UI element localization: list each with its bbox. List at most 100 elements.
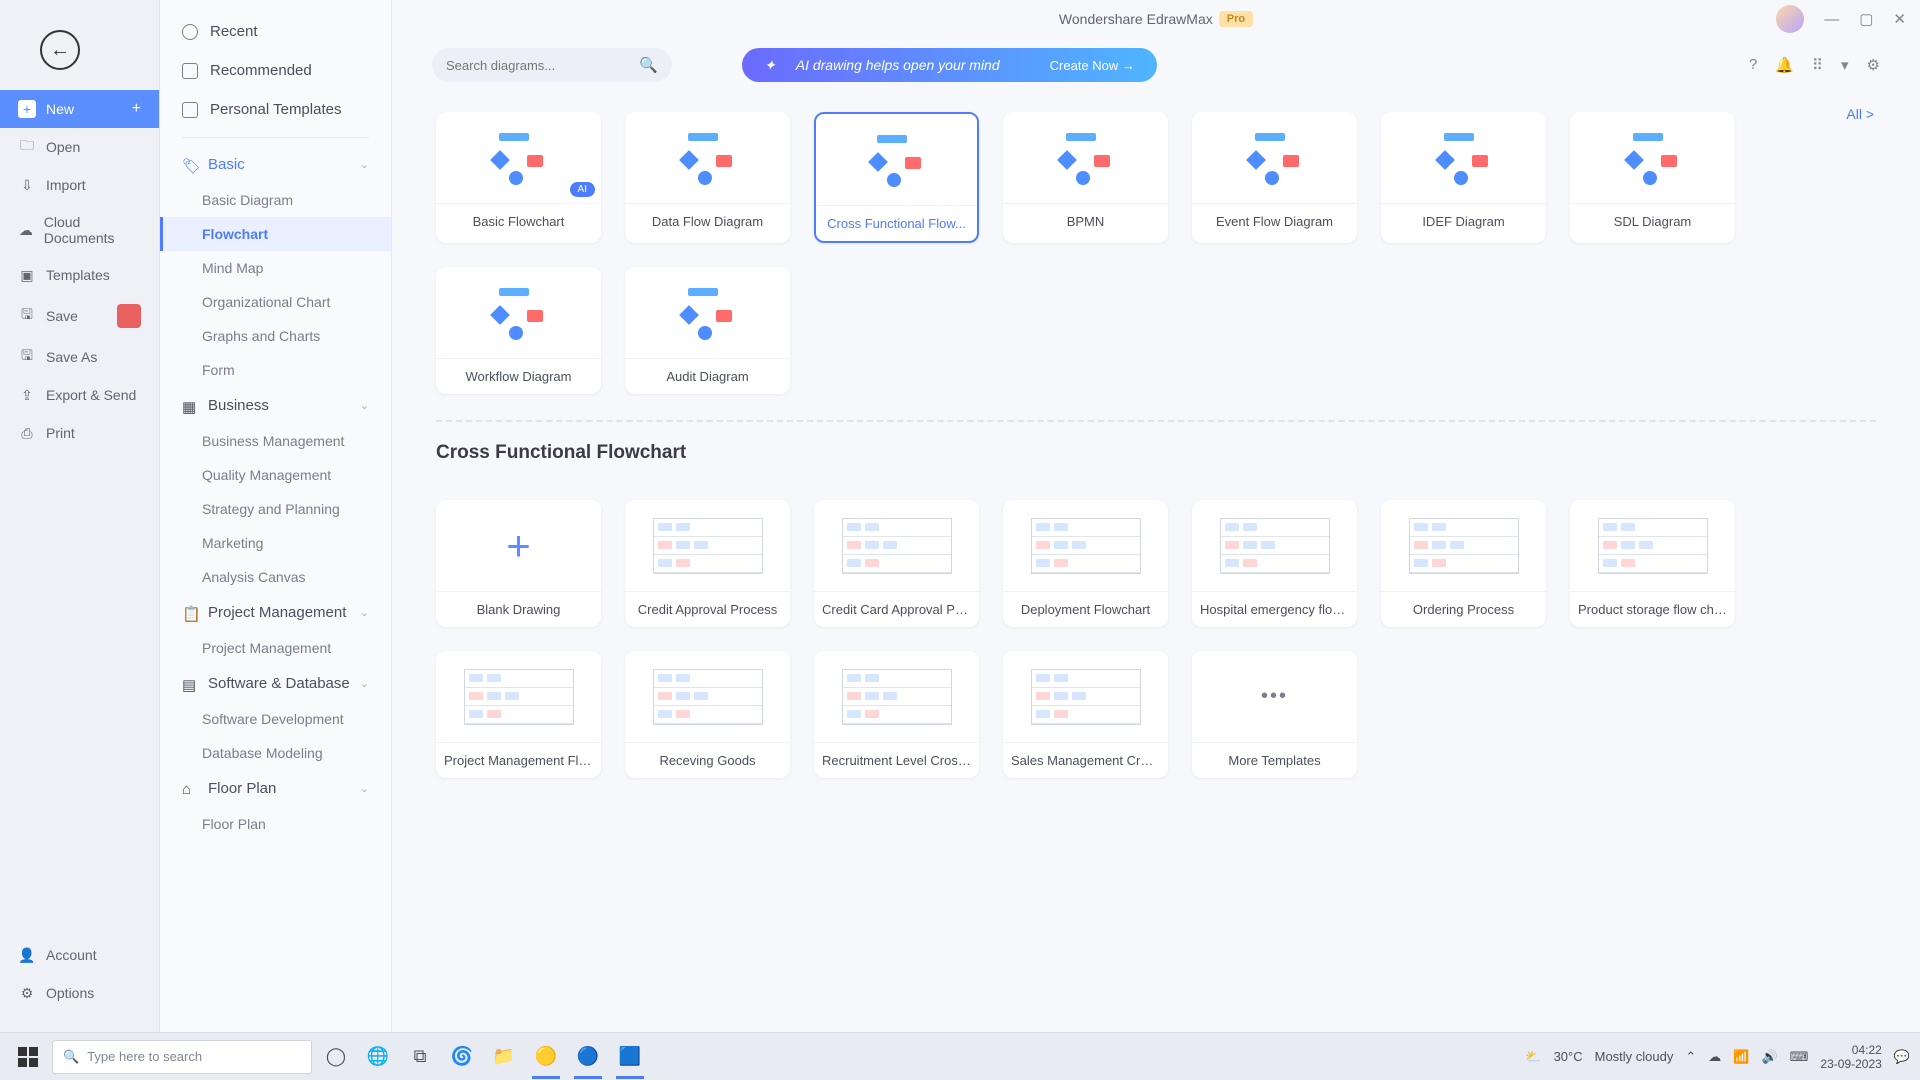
view-icon[interactable]: ▾ (1841, 56, 1849, 74)
group-project-mgmt[interactable]: 📋 Project Management ⌄ (160, 594, 391, 631)
sub-project-mgmt[interactable]: Project Management (160, 631, 391, 665)
create-now-button[interactable]: Create Now → (1050, 58, 1135, 73)
more-templates-card[interactable]: •••More Templates (1192, 651, 1357, 778)
category-sidebar: Recent Recommended Personal Templates 🏷 … (160, 0, 392, 1032)
help-icon[interactable]: ? (1749, 56, 1757, 74)
bell-icon[interactable]: 🔔 (1775, 56, 1794, 74)
diagram-type-card[interactable]: Audit Diagram (625, 267, 790, 394)
search-box[interactable]: 🔍 (432, 48, 672, 82)
ai-banner[interactable]: ✦ AI drawing helps open your mind Create… (742, 48, 1157, 82)
template-card[interactable]: Ordering Process (1381, 500, 1546, 627)
sub-graphs[interactable]: Graphs and Charts (160, 319, 391, 353)
sub-marketing[interactable]: Marketing (160, 526, 391, 560)
sub-quality[interactable]: Quality Management (160, 458, 391, 492)
sub-software-dev[interactable]: Software Development (160, 702, 391, 736)
taskbar-chrome[interactable]: 🟡 (528, 1039, 564, 1075)
thumbnail (625, 651, 790, 743)
nav-account[interactable]: 👤 Account (0, 936, 159, 974)
sub-org-chart[interactable]: Organizational Chart (160, 285, 391, 319)
thumbnail (1381, 500, 1546, 592)
sub-floor-plan[interactable]: Floor Plan (160, 807, 391, 841)
tray-onedrive-icon[interactable]: ☁ (1708, 1049, 1721, 1065)
nav-label: Print (46, 425, 75, 441)
nav-import[interactable]: ⇩ Import (0, 166, 159, 204)
tray-chevron-icon[interactable]: ⌃ (1685, 1049, 1696, 1065)
nav-label: Save As (46, 349, 97, 365)
window-close[interactable]: ✕ (1893, 10, 1906, 28)
nav-export[interactable]: ⇪ Export & Send (0, 376, 159, 414)
search-icon[interactable]: 🔍 (639, 56, 658, 74)
tray-lang-icon[interactable]: ⌨ (1790, 1049, 1809, 1065)
template-card[interactable]: Hospital emergency flow c... (1192, 500, 1357, 627)
diagram-type-card[interactable]: IDEF Diagram (1381, 112, 1546, 243)
taskbar-word[interactable]: 🔵 (570, 1039, 606, 1075)
diagram-type-card[interactable]: BPMN (1003, 112, 1168, 243)
cat-recent[interactable]: Recent (160, 12, 391, 51)
cat-personal[interactable]: Personal Templates (160, 90, 391, 129)
avatar[interactable] (1776, 5, 1804, 33)
sub-basic-diagram[interactable]: Basic Diagram (160, 183, 391, 217)
taskbar-taskview[interactable]: ⧉ (402, 1039, 438, 1075)
sub-form[interactable]: Form (160, 353, 391, 387)
settings-icon[interactable]: ⚙ (1867, 56, 1880, 74)
sub-analysis[interactable]: Analysis Canvas (160, 560, 391, 594)
group-business[interactable]: ▦ Business ⌄ (160, 387, 391, 424)
db-icon: ▤ (182, 676, 198, 692)
sub-business-mgmt[interactable]: Business Management (160, 424, 391, 458)
template-card[interactable]: +Blank Drawing (436, 500, 601, 627)
group-label: Floor Plan (208, 780, 276, 797)
template-card[interactable]: Recruitment Level Cross F... (814, 651, 979, 778)
thumbnail (625, 500, 790, 592)
apps-icon[interactable]: ⠿ (1812, 56, 1823, 74)
weather-icon[interactable]: ⛅ (1525, 1049, 1541, 1065)
template-card[interactable]: Project Management Flow... (436, 651, 601, 778)
tray-notifications-icon[interactable]: 💬 (1894, 1049, 1910, 1065)
sub-flowchart[interactable]: Flowchart (160, 217, 391, 251)
template-card[interactable]: Deployment Flowchart (1003, 500, 1168, 627)
tray-sound-icon[interactable]: 🔊 (1761, 1049, 1777, 1065)
template-card[interactable]: Credit Approval Process (625, 500, 790, 627)
card-label: Credit Approval Process (625, 592, 790, 627)
sub-strategy[interactable]: Strategy and Planning (160, 492, 391, 526)
diagram-type-card[interactable]: SDL Diagram (1570, 112, 1735, 243)
diagram-type-card[interactable]: Workflow Diagram (436, 267, 601, 394)
nav-new[interactable]: + New + (0, 90, 159, 128)
diagram-type-card[interactable]: Cross Functional Flow... (814, 112, 979, 243)
nav-open[interactable]: 🗀 Open (0, 128, 159, 166)
cat-recommended[interactable]: Recommended (160, 51, 391, 90)
template-card[interactable]: Sales Management Crossf... (1003, 651, 1168, 778)
nav-save[interactable]: 🖫 Save (0, 294, 159, 338)
group-basic[interactable]: 🏷 Basic ⌄ (160, 146, 391, 183)
nav-options[interactable]: ⚙ Options (0, 974, 159, 1012)
sub-db-modeling[interactable]: Database Modeling (160, 736, 391, 770)
window-maximize[interactable]: ▢ (1859, 10, 1873, 28)
start-button[interactable] (10, 1039, 46, 1075)
nav-save-as[interactable]: 🖫 Save As (0, 338, 159, 376)
taskbar-globe[interactable]: 🌐 (360, 1039, 396, 1075)
template-card[interactable]: Credit Card Approval Proc... (814, 500, 979, 627)
add-icon[interactable]: + (132, 100, 141, 118)
window-minimize[interactable]: — (1824, 11, 1839, 28)
diagram-type-card[interactable]: Data Flow Diagram (625, 112, 790, 243)
nav-cloud[interactable]: ☁ Cloud Documents (0, 204, 159, 256)
diagram-type-card[interactable]: Event Flow Diagram (1192, 112, 1357, 243)
taskbar-search[interactable]: 🔍 Type here to search (52, 1040, 312, 1074)
search-input[interactable] (446, 58, 639, 73)
template-card[interactable]: Product storage flow chart (1570, 500, 1735, 627)
back-button[interactable]: ← (40, 30, 80, 70)
nav-print[interactable]: ⎙ Print (0, 414, 159, 452)
group-floor-plan[interactable]: ⌂ Floor Plan ⌄ (160, 770, 391, 807)
taskbar-cortana[interactable]: ◯ (318, 1039, 354, 1075)
taskbar-explorer[interactable]: 📁 (486, 1039, 522, 1075)
all-link[interactable]: All > (1846, 106, 1874, 122)
sub-mind-map[interactable]: Mind Map (160, 251, 391, 285)
group-software-db[interactable]: ▤ Software & Database ⌄ (160, 665, 391, 702)
divider (182, 137, 369, 138)
taskbar-edrawmax[interactable]: 🟦 (612, 1039, 648, 1075)
diagram-type-card[interactable]: AIBasic Flowchart (436, 112, 601, 243)
taskbar-edge[interactable]: 🌀 (444, 1039, 480, 1075)
template-card[interactable]: Receving Goods (625, 651, 790, 778)
taskbar-clock[interactable]: 04:22 23-09-2023 (1820, 1043, 1881, 1071)
tray-wifi-icon[interactable]: 📶 (1733, 1049, 1749, 1065)
nav-templates[interactable]: ▣ Templates (0, 256, 159, 294)
